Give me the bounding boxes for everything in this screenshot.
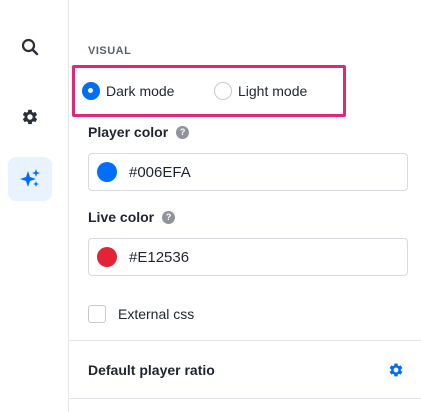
player-color-swatch[interactable] [97, 162, 117, 182]
radio-dark-mode[interactable]: Dark mode [82, 82, 174, 100]
help-icon[interactable]: ? [176, 125, 190, 139]
player-color-value: #006EFA [129, 163, 191, 181]
radio-dark-mode-label: Dark mode [106, 83, 175, 99]
live-color-label-text: Live color [88, 209, 155, 225]
help-icon[interactable]: ? [162, 210, 176, 224]
radio-dark-mode-indicator[interactable] [82, 82, 100, 100]
sidebar-visual-button[interactable] [8, 157, 52, 201]
sidebar-settings-button[interactable] [8, 95, 52, 139]
section-label-visual: VISUAL [88, 45, 132, 57]
gear-icon[interactable] [388, 362, 404, 383]
radio-light-mode[interactable]: Light mode [214, 82, 307, 100]
divider [69, 340, 421, 341]
live-color-field[interactable]: #E12536 [88, 238, 408, 276]
sidebar-search-button[interactable] [8, 25, 52, 69]
default-player-ratio-title[interactable]: Default player ratio [88, 362, 215, 378]
live-color-value: #E12536 [129, 248, 190, 266]
player-color-label: Player color ? [88, 124, 190, 140]
live-color-label: Live color ? [88, 209, 176, 225]
player-color-field[interactable]: #006EFA [88, 153, 408, 191]
external-css-label: External css [118, 306, 195, 322]
player-color-label-text: Player color [88, 124, 169, 140]
search-icon [21, 38, 39, 56]
gear-icon [21, 108, 39, 126]
radio-light-mode-indicator[interactable] [214, 82, 232, 100]
sparkle-icon [19, 168, 41, 190]
radio-light-mode-label: Light mode [238, 83, 308, 99]
external-css-option[interactable]: External css [88, 305, 194, 323]
live-color-swatch[interactable] [97, 247, 117, 267]
external-css-checkbox[interactable] [88, 305, 106, 323]
sidebar [0, 0, 69, 412]
divider [69, 398, 421, 399]
